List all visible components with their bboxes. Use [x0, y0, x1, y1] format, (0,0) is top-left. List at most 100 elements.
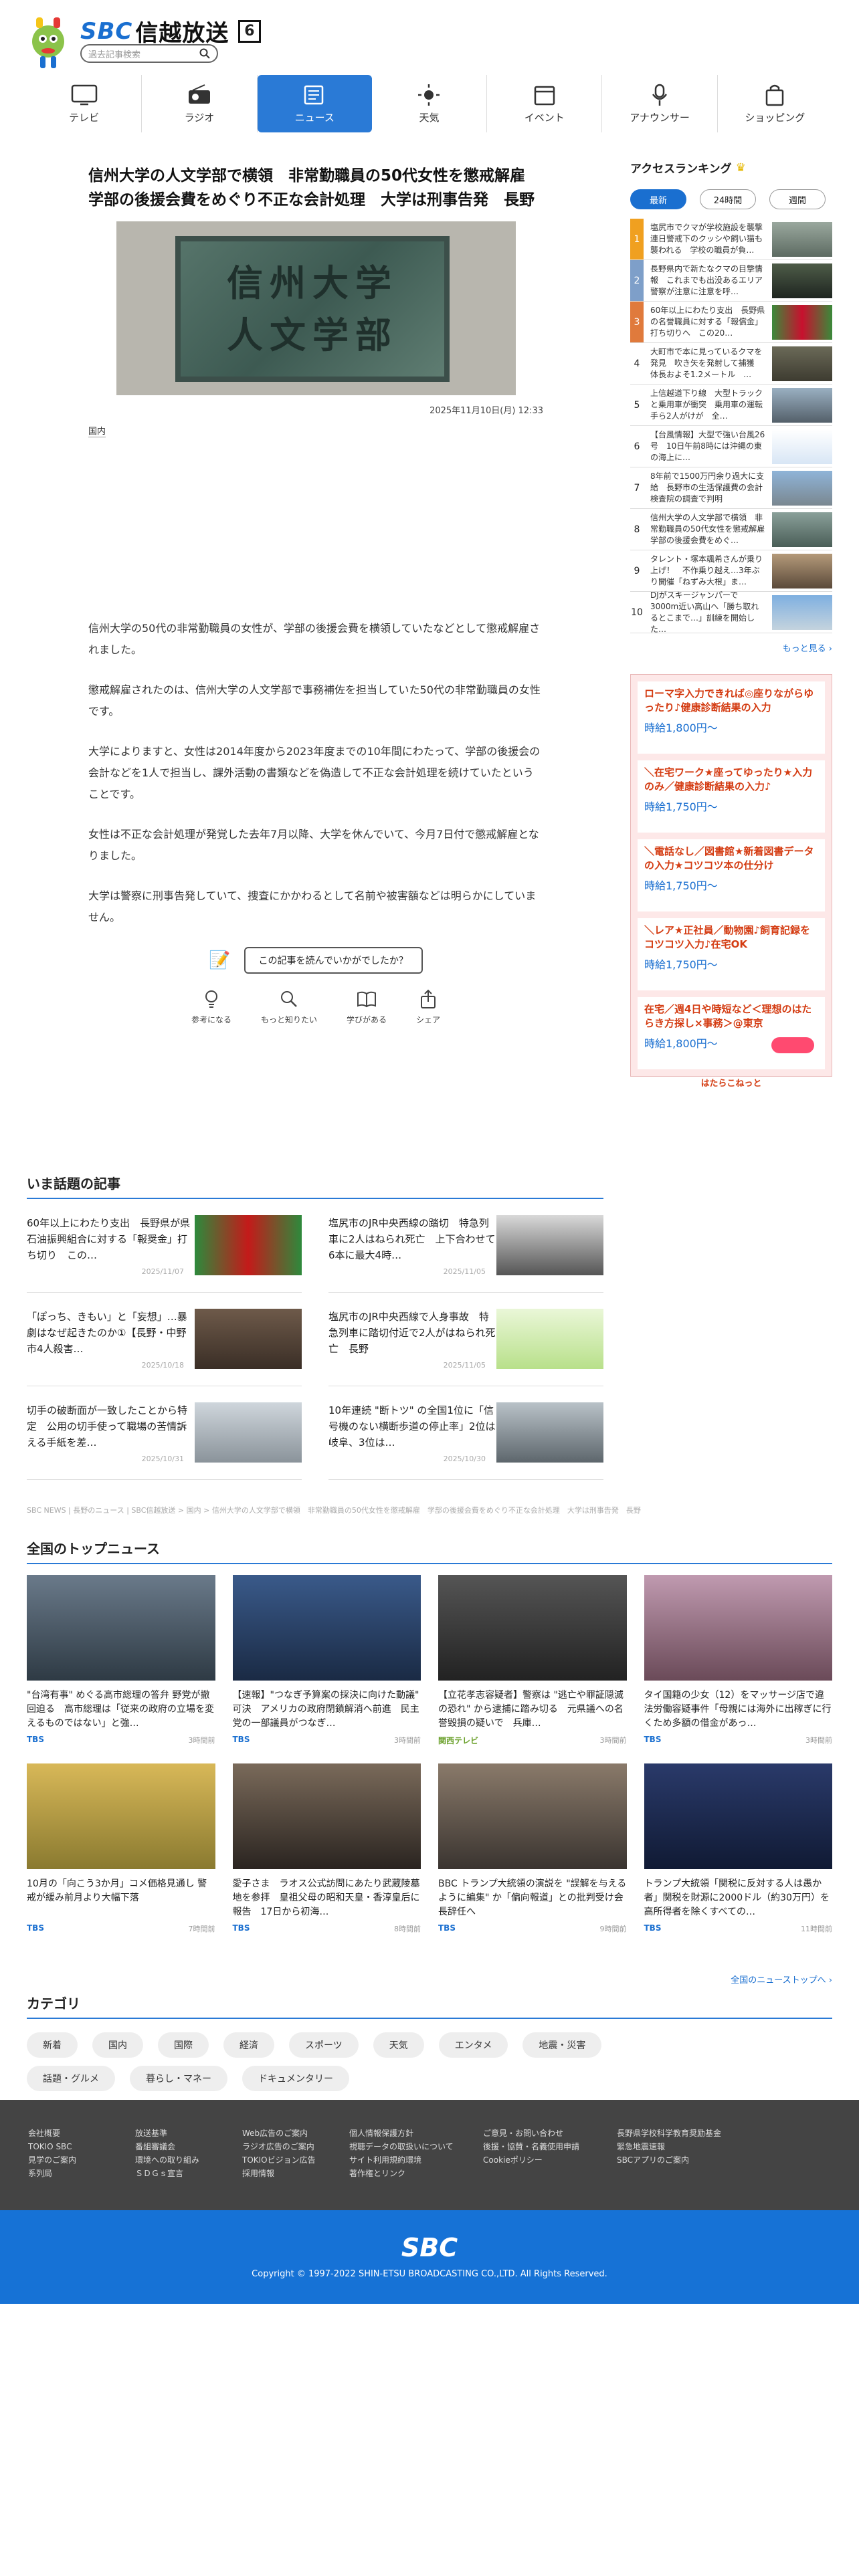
tv-icon — [71, 84, 97, 105]
footer-link[interactable]: TOKIOビジョン広告 — [242, 2153, 329, 2167]
footer-link[interactable]: 個人情報保護方針 — [349, 2127, 463, 2140]
footer-link[interactable]: 系列局 — [28, 2167, 115, 2180]
ranking-item[interactable]: 4 大町市で本に見っているクマを発見 吹き矢を発射して捕獲 体長およそ1.2メート… — [630, 343, 832, 385]
reaction-want-more-button[interactable]: もっと知りたい — [261, 988, 317, 1025]
category-chip[interactable]: 経済 — [223, 2032, 274, 2058]
news-card[interactable]: トランプ大統領「関税に反対する人は愚か者」関税を財源に2000ドル（約30万円）… — [644, 1763, 832, 1934]
category-chip[interactable]: スポーツ — [289, 2032, 359, 2058]
trending-item[interactable]: 塩尻市のJR中央西線で人身事故 特急列車に踏切付近で2人がはねられ死亡 長野 20… — [328, 1293, 603, 1386]
trending-item[interactable]: 塩尻市のJR中央西線の踏切 特急列車に2人はねられ死亡 上下合わせて6本に最大4… — [328, 1199, 603, 1293]
mascot-logo-icon[interactable] — [27, 12, 70, 72]
news-card[interactable]: 【速報】"つなぎ予算案の採決に向けた動議" 可決 アメリカの政府閉鎖解消へ前進 … — [232, 1575, 421, 1746]
job-ad-banner[interactable]: ローマ字入力できれば◎座りながらゆったり♪健康診断結果の入力 時給1,800円〜 … — [630, 674, 832, 1089]
category-chip[interactable]: ドキュメンタリー — [242, 2066, 349, 2091]
nav-radio[interactable]: ラジオ — [142, 75, 258, 132]
site-logo[interactable]: SBC 信越放送 6 — [80, 15, 262, 47]
lightbulb-icon — [205, 990, 217, 1008]
share-button[interactable]: シェア — [416, 988, 440, 1025]
footer-link[interactable]: 視聴データの取扱いについて — [349, 2140, 463, 2153]
footer-link[interactable]: 放送基準 — [135, 2127, 222, 2140]
footer-link[interactable]: 会社概要 — [28, 2127, 115, 2140]
reaction-learning-button[interactable]: 学びがある — [347, 988, 387, 1025]
news-card[interactable]: 愛子さま ラオス公式訪問にあたり武蔵陵墓地を参拝 皇祖父母の昭和天皇・香淳皇后に… — [232, 1763, 421, 1934]
ad-item[interactable]: ＼在宅ワーク★座ってゆったり★入力のみ／健康診断結果の入力♪ 時給1,750円〜 — [638, 760, 825, 833]
ranking-item[interactable]: 10 DJがスキージャンパーで3000m近い高山へ「勝ち取れるとこまで…」訓練を開… — [630, 591, 832, 634]
trending-item-date: 2025/10/31 — [141, 1455, 184, 1463]
rank-number: 8 — [634, 524, 640, 535]
ranking-item[interactable]: 9 タレント・塚本颯希さんが乗り上げ！ 不作乗り越え…3年ぶり開催「ねずみ大根」ま… — [630, 550, 832, 592]
ad-item[interactable]: ローマ字入力できれば◎座りながらゆったり♪健康診断結果の入力 時給1,800円〜 — [638, 681, 825, 754]
book-icon — [357, 991, 376, 1008]
ad-item[interactable]: 在宅／週4日や時短など＜理想のはたらき方探し×事務＞@東京 時給1,800円〜 — [638, 997, 825, 1069]
footer-link[interactable]: 著作権とリンク — [349, 2167, 463, 2180]
article-category-tag[interactable]: 国内 — [88, 424, 106, 437]
footer-link[interactable]: 採用情報 — [242, 2167, 329, 2180]
footer-link[interactable]: サイト利用規約環境 — [349, 2153, 463, 2167]
ranking-item[interactable]: 3 60年以上にわたり支出 長野県の名誉職員に対する「報償金」打ち切りへ この20… — [630, 302, 832, 343]
reaction-useful-button[interactable]: 参考になる — [191, 988, 231, 1025]
trending-thumbnail — [195, 1402, 302, 1463]
footer-link[interactable]: ＳＤＧｓ宣言 — [135, 2167, 222, 2180]
category-chip[interactable]: 暮らし・マネー — [130, 2066, 227, 2091]
search-input[interactable]: 過去記事検索 — [88, 47, 199, 60]
news-card[interactable]: "台湾有事" めぐる高市総理の答弁 野党が撤回迫る 高市総理は「従来の政府の立場… — [27, 1575, 215, 1746]
footer-link[interactable]: 見学のご案内 — [28, 2153, 115, 2167]
footer-link[interactable]: SBCアプリのご案内 — [617, 2153, 731, 2167]
ad-item[interactable]: ＼レア★正社員／動物園♪飼育記録をコツコツ入力♪在宅OK 時給1,750円〜 — [638, 918, 825, 990]
category-chip[interactable]: 天気 — [373, 2032, 424, 2058]
ranking-more-link[interactable]: もっと見る › — [630, 641, 832, 654]
news-card[interactable]: 【立花孝志容疑者】警察は "逃亡や罪証隠滅の恐れ" から逮捕に踏み切る 元県議へ… — [438, 1575, 627, 1746]
trending-item[interactable]: 10年連続 "断トツ" の全国1位に「信号機のない横断歩道の停止率」2位は岐阜、… — [328, 1386, 603, 1480]
top-news-more-link[interactable]: 全国のニューストップへ › — [731, 1973, 832, 1985]
ranking-item[interactable]: 7 8年前で1500万円余り過大に支給 長野市の生活保護費の会計検査院の調査で判明 — [630, 467, 832, 509]
footer-link[interactable]: 環境への取り組み — [135, 2153, 222, 2167]
trending-item[interactable]: 60年以上にわたり支出 長野県が県石油振興組合に対する「報奨金」打ち切り この…… — [27, 1199, 302, 1293]
ranking-title: アクセスランキング ♛ — [630, 160, 746, 177]
ranking-tab-weekly[interactable]: 週間 — [769, 189, 826, 209]
nav-shopping[interactable]: ショッピング — [718, 75, 832, 132]
category-chip[interactable]: 新着 — [27, 2032, 78, 2058]
news-card[interactable]: BBC トランプ大統領の演説を "誤解を与えるように編集" か「偏向報道」との批… — [438, 1763, 627, 1934]
footer-link[interactable]: ラジオ広告のご案内 — [242, 2140, 329, 2153]
nav-announcer[interactable]: アナウンサー — [602, 75, 718, 132]
ranking-item-text: 長野県内で新たなクマの目撃情報 これまでも出没あるエリア 警察が注意に注意を呼… — [650, 264, 771, 296]
footer-logo[interactable]: SBC — [0, 2210, 859, 2262]
footer-link[interactable]: 後援・協賛・名義使用申請 — [483, 2140, 597, 2153]
footer-link[interactable]: 長野県学校科学教育奨励基金 — [617, 2127, 731, 2140]
ad-item[interactable]: ＼電話なし／図書館★新着図書データの入力★コツコツ本の仕分け 時給1,750円〜 — [638, 839, 825, 911]
footer-link[interactable]: 緊急地震速報 — [617, 2140, 731, 2153]
ranking-item[interactable]: 1 塩尻市でクマが学校施設を襲撃 連日警戒下のクッシや飼い猫も襲われる 学校の職員… — [630, 219, 832, 260]
ranking-tab-latest[interactable]: 最新 — [630, 189, 686, 209]
category-chip[interactable]: 国内 — [92, 2032, 143, 2058]
category-chip[interactable]: エンタメ — [438, 2032, 508, 2058]
footer-link[interactable]: ご意見・お問い合わせ — [483, 2127, 597, 2140]
nav-event[interactable]: イベント — [487, 75, 603, 132]
news-card-time: 8時間前 — [394, 1925, 421, 1933]
news-card[interactable]: 10月の「向こう3か月」コメ価格見通し 警戒が緩み前月より大幅下落 TBS 7時間前 — [27, 1763, 215, 1934]
ranking-item[interactable]: 8 信州大学の人文学部で横領 非常勤職員の50代女性を懲戒解雇 学部の後援会費をめ… — [630, 509, 832, 550]
ranking-item[interactable]: 2 長野県内で新たなクマの目撃情報 これまでも出没あるエリア 警察が注意に注意を呼… — [630, 260, 832, 302]
search-icon[interactable] — [199, 48, 210, 59]
ranking-tab-24h[interactable]: 24時間 — [700, 189, 756, 209]
search-box[interactable]: 過去記事検索 — [80, 44, 218, 63]
nav-news[interactable]: ニュース — [257, 75, 372, 132]
category-list: 新着 国内 国際 経済 スポーツ 天気 エンタメ 地震・災害 話題・グルメ 暮ら… — [27, 2032, 682, 2091]
nav-tv[interactable]: テレビ — [27, 75, 142, 132]
news-card[interactable]: タイ国籍の少女（12）をマッサージ店で違法労働容疑事件「母親には海外に出稼ぎに行… — [644, 1575, 832, 1746]
trending-item[interactable]: 「ぽっち、きもい」と「妄想」…暴劇はなぜ起きたのか①【長野・中野市4人殺害… 20… — [27, 1293, 302, 1386]
footer-link[interactable]: TOKIO SBC — [28, 2140, 115, 2153]
ranking-item[interactable]: 6 【台風情報】大型で強い台風26号 10日午前8時には沖縄の東の海上に… — [630, 426, 832, 467]
footer-link[interactable]: Cookieポリシー — [483, 2153, 597, 2167]
ranking-item[interactable]: 5 上信越道下り線 大型トラックと乗用車が衝突 乗用車の運転手ら2人がけが 全… — [630, 385, 832, 426]
trending-item[interactable]: 切手の破断面が一致したことから特定 公用の切手使って職場の苦情訴える手紙を差… 2… — [27, 1386, 302, 1480]
category-chip[interactable]: 地震・災害 — [522, 2032, 602, 2058]
ad-price: 時給1,750円〜 — [644, 879, 718, 892]
category-chip[interactable]: 話題・グルメ — [27, 2066, 115, 2091]
footer-link[interactable]: Web広告のご案内 — [242, 2127, 329, 2140]
category-chip[interactable]: 国際 — [158, 2032, 209, 2058]
ad-text: ＼レア★正社員／動物園♪飼育記録をコツコツ入力♪在宅OK — [644, 924, 811, 950]
footer-link[interactable]: 番組審議会 — [135, 2140, 222, 2153]
breadcrumb[interactable]: SBC NEWS | 長野のニュース | SBC信越放送 > 国内 > 信州大学… — [27, 1505, 641, 1515]
nav-weather[interactable]: 天気 — [372, 75, 488, 132]
ad-button[interactable] — [771, 1037, 814, 1053]
